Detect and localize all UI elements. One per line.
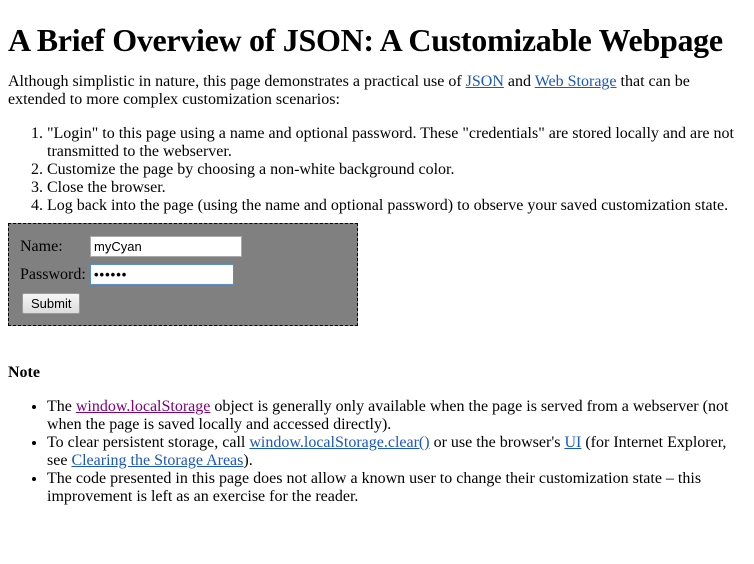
name-row: Name:: [20, 235, 350, 258]
name-label: Name:: [20, 237, 63, 255]
name-input[interactable]: [90, 236, 242, 257]
note-text: ).: [243, 452, 253, 469]
step-item: "Login" to this page using a name and op…: [47, 125, 746, 161]
steps-list: "Login" to this page using a name and op…: [8, 125, 746, 215]
intro-text: Although simplistic in nature, this page…: [8, 73, 466, 90]
login-form: Name: Password: Submit: [8, 223, 358, 326]
password-label: Password:: [20, 265, 86, 283]
web-storage-link[interactable]: Web Storage: [535, 73, 617, 90]
password-row: Password:: [20, 263, 350, 286]
password-input[interactable]: [90, 264, 234, 285]
json-link[interactable]: JSON: [466, 73, 504, 90]
note-text: To clear persistent storage, call: [47, 434, 250, 451]
note-heading: Note: [8, 364, 40, 381]
step-item: Close the browser.: [47, 179, 746, 197]
page-title: A Brief Overview of JSON: A Customizable…: [8, 22, 723, 58]
note-item: The code presented in this page does not…: [47, 470, 746, 506]
localstorage-link[interactable]: window.localStorage: [76, 398, 210, 415]
clearing-storage-areas-link[interactable]: Clearing the Storage Areas: [71, 452, 243, 469]
note-text: The: [47, 398, 76, 415]
step-item: Log back into the page (using the name a…: [47, 197, 746, 215]
intro-text: and: [503, 73, 535, 90]
notes-list: The window.localStorage object is genera…: [8, 398, 746, 506]
note-text: or use the browser's: [429, 434, 565, 451]
page-content: A Brief Overview of JSON: A Customizable…: [0, 22, 754, 506]
step-item: Customize the page by choosing a non-whi…: [47, 161, 746, 179]
note-item: The window.localStorage object is genera…: [47, 398, 746, 434]
note-item: To clear persistent storage, call window…: [47, 434, 746, 470]
browser-ui-link[interactable]: UI: [564, 434, 581, 451]
submit-button[interactable]: Submit: [22, 293, 81, 314]
localstorage-clear-link[interactable]: window.localStorage.clear(): [249, 434, 429, 451]
intro-paragraph: Although simplistic in nature, this page…: [8, 73, 746, 109]
